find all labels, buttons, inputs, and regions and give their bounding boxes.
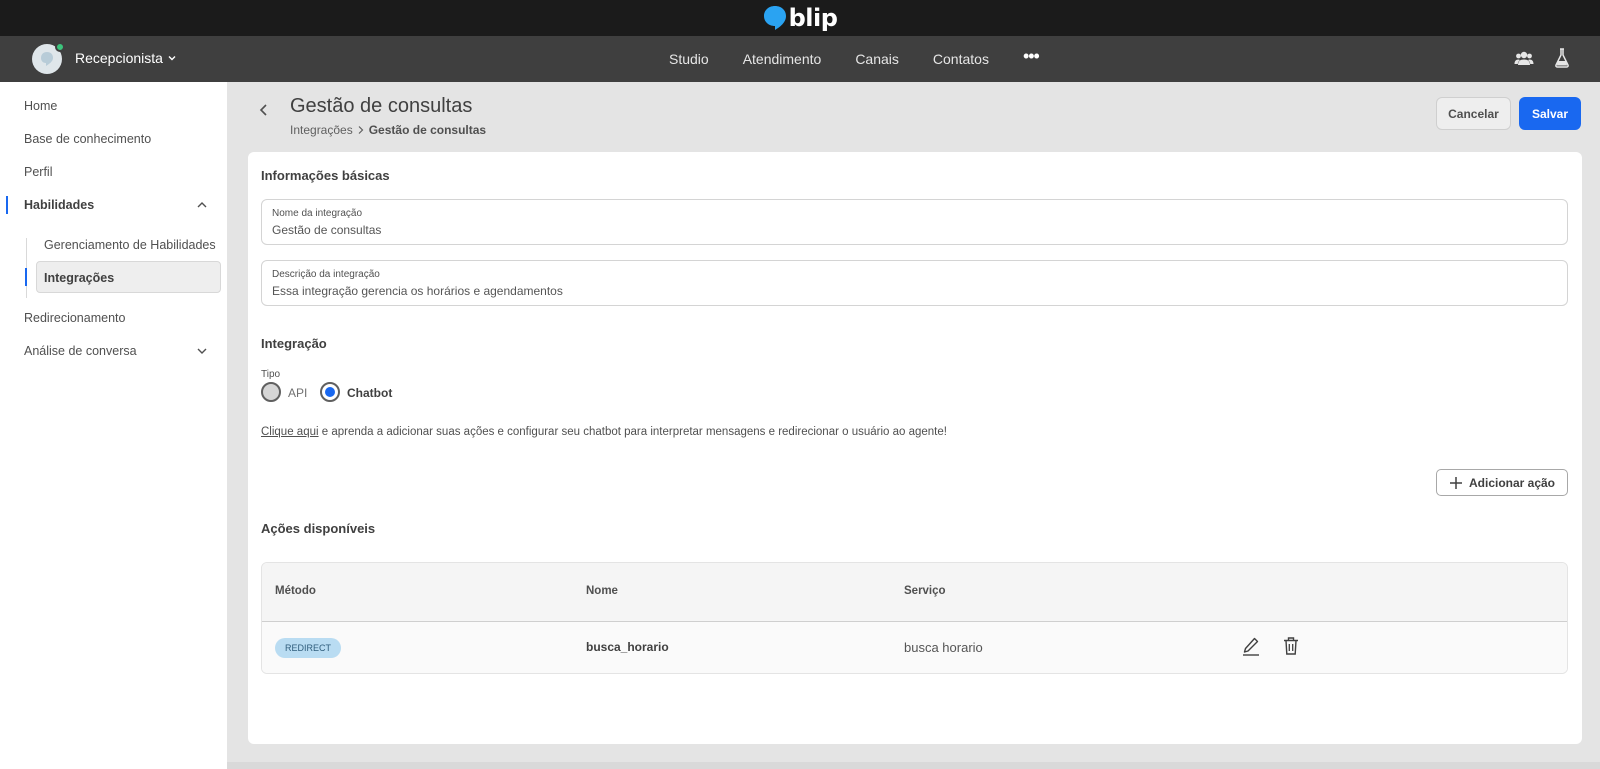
- column-nome: Nome: [586, 585, 618, 597]
- help-link[interactable]: Clique aqui: [261, 426, 319, 438]
- radio-api[interactable]: [261, 382, 281, 402]
- integration-description-field[interactable]: Descrição da integração Essa integração …: [261, 260, 1568, 306]
- integration-section-title: Integração: [261, 336, 327, 351]
- help-text: Clique aqui e aprenda a adicionar suas a…: [261, 426, 947, 438]
- add-action-button[interactable]: Adicionar ação: [1436, 469, 1568, 496]
- integration-name-field[interactable]: Nome da integração Gestão de consultas: [261, 199, 1568, 245]
- bot-selector[interactable]: Recepcionista: [75, 50, 177, 66]
- save-button[interactable]: Salvar: [1519, 97, 1581, 130]
- horizontal-scrollbar[interactable]: [227, 762, 1600, 769]
- basic-info-title: Informações básicas: [261, 168, 390, 183]
- chevron-down-icon[interactable]: [196, 345, 208, 357]
- integration-name-value[interactable]: Gestão de consultas: [272, 223, 1557, 237]
- radio-chatbot[interactable]: [320, 382, 340, 402]
- column-metodo: Método: [275, 585, 316, 597]
- brand-bar: blip: [0, 0, 1600, 36]
- nav-studio[interactable]: Studio: [669, 51, 709, 67]
- bot-avatar-icon: [41, 52, 53, 66]
- sidebar-item-redirecionamento[interactable]: Redirecionamento: [24, 311, 125, 325]
- more-menu-button[interactable]: •••: [1023, 46, 1040, 67]
- trash-icon[interactable]: [1283, 636, 1299, 656]
- radio-chatbot-label: Chatbot: [347, 386, 393, 400]
- brand-name: blip: [788, 4, 838, 32]
- chat-bubble-icon: [763, 6, 786, 30]
- chevron-down-icon: [168, 56, 176, 61]
- nav-atendimento[interactable]: Atendimento: [743, 51, 822, 67]
- top-nav: Recepcionista Studio Atendimento Canais …: [0, 36, 1600, 82]
- integration-card: Informações básicas Nome da integração G…: [248, 152, 1582, 744]
- sidebar-item-gerenciamento-de-habilidades[interactable]: Gerenciamento de Habilidades: [44, 238, 216, 252]
- sidebar: Home Base de conhecimento Perfil Habilid…: [0, 82, 227, 769]
- online-status-dot: [55, 42, 65, 52]
- type-label: Tipo: [261, 369, 281, 380]
- add-action-label: Adicionar ação: [1468, 475, 1556, 490]
- method-badge: REDIRECT: [275, 638, 342, 658]
- actions-table: Método Nome Serviço REDIRECT busca_horar…: [261, 562, 1568, 674]
- sub-active-indicator: [25, 268, 27, 286]
- bot-name: Recepcionista: [75, 50, 163, 66]
- team-icon[interactable]: [1514, 50, 1534, 66]
- sidebar-item-habilidades[interactable]: Habilidades: [24, 198, 94, 212]
- integration-description-label: Descrição da integração: [272, 269, 380, 280]
- nav-contatos[interactable]: Contatos: [933, 51, 989, 67]
- help-description: e aprenda a adicionar suas ações e confi…: [318, 426, 947, 438]
- edit-pencil-icon[interactable]: [1242, 636, 1260, 656]
- chevron-right-icon: [358, 126, 364, 134]
- back-arrow-icon[interactable]: [258, 103, 270, 117]
- page-title: Gestão de consultas: [290, 95, 473, 117]
- available-actions-title: Ações disponíveis: [261, 521, 376, 536]
- bot-avatar[interactable]: [32, 42, 65, 74]
- table-header: Método Nome Serviço: [262, 563, 1567, 622]
- blip-logo[interactable]: blip: [763, 4, 838, 32]
- column-servico: Serviço: [904, 585, 946, 597]
- table-row: REDIRECT busca_horario busca horario: [262, 622, 1567, 673]
- plus-icon: [1449, 476, 1462, 489]
- cancel-button[interactable]: Cancelar: [1436, 97, 1511, 130]
- integration-name-label: Nome da integração: [272, 208, 363, 219]
- sidebar-item-perfil[interactable]: Perfil: [24, 165, 52, 179]
- breadcrumb: Integrações Gestão de consultas: [290, 123, 486, 137]
- active-indicator: [6, 196, 8, 214]
- sidebar-item-base-de-conhecimento[interactable]: Base de conhecimento: [24, 132, 151, 146]
- radio-api-label: API: [288, 386, 308, 400]
- main-nav: Studio Atendimento Canais Contatos •••: [669, 36, 1040, 82]
- breadcrumb-current: Gestão de consultas: [368, 123, 487, 137]
- nav-canais[interactable]: Canais: [855, 51, 899, 67]
- action-name: busca_horario: [586, 640, 669, 654]
- chevron-up-icon[interactable]: [196, 199, 208, 211]
- integration-description-value[interactable]: Essa integração gerencia os horários e a…: [272, 284, 1557, 298]
- sidebar-item-home[interactable]: Home: [24, 99, 57, 113]
- action-service: busca horario: [904, 640, 983, 655]
- sidebar-item-analise-de-conversa[interactable]: Análise de conversa: [24, 344, 137, 358]
- sidebar-item-integracoes-label: Integrações: [44, 271, 115, 285]
- breadcrumb-integracoes[interactable]: Integrações: [290, 123, 353, 137]
- nav-right-tools: [1514, 48, 1570, 68]
- flask-icon[interactable]: [1554, 48, 1570, 68]
